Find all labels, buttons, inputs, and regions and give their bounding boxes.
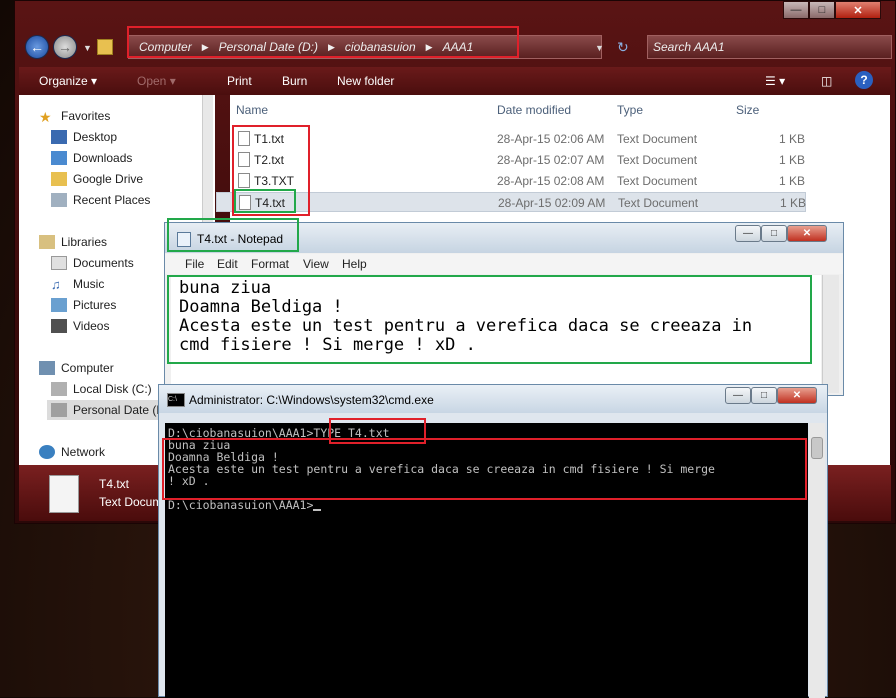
burn-button[interactable]: Burn xyxy=(282,74,307,88)
column-size[interactable]: Size xyxy=(736,103,759,117)
cmd-scroll-thumb[interactable] xyxy=(811,437,823,459)
column-name[interactable]: Name xyxy=(236,103,268,117)
text-file-large-icon xyxy=(49,475,79,513)
refresh-icon[interactable]: ↻ xyxy=(617,39,629,56)
menu-view[interactable]: View xyxy=(303,257,329,271)
notepad-scrollbar[interactable] xyxy=(822,275,839,393)
new-folder-button[interactable]: New folder xyxy=(337,74,394,88)
cmd-scrollbar[interactable] xyxy=(809,423,825,698)
view-options-icon[interactable]: ☰ ▾ xyxy=(765,74,785,88)
organize-button[interactable]: Organize ▾ xyxy=(39,74,97,88)
menu-file[interactable]: File xyxy=(185,257,204,271)
recent-places-icon xyxy=(51,193,67,207)
minimize-button[interactable]: — xyxy=(783,1,809,19)
cmd-minimize-button[interactable]: — xyxy=(725,387,751,404)
back-arrow-icon[interactable]: ← xyxy=(25,35,49,59)
nav-desktop[interactable]: Desktop xyxy=(51,127,117,147)
cmd-maximize-button[interactable]: □ xyxy=(751,387,777,404)
annotation-box-t4 xyxy=(234,189,296,213)
nav-favorites[interactable]: ★ Favorites xyxy=(39,106,110,126)
cmd-cursor xyxy=(313,508,322,511)
forward-arrow-icon[interactable]: → xyxy=(53,35,77,59)
notepad-close-button[interactable]: ✕ xyxy=(787,225,827,242)
videos-icon xyxy=(51,319,67,333)
cmd-prompt-line: D:\ciobanasuion\AAA1> xyxy=(168,498,322,512)
menu-format[interactable]: Format xyxy=(251,257,289,271)
google-drive-icon xyxy=(51,172,67,186)
help-icon[interactable]: ? xyxy=(855,71,873,89)
recent-pages-chevron-icon[interactable]: ▼ xyxy=(83,43,92,53)
nav-downloads[interactable]: Downloads xyxy=(51,148,132,168)
cmd-prompt: D:\ciobanasuion\AAA1> xyxy=(168,498,314,512)
notepad-menubar: File Edit Format View Help xyxy=(165,254,843,274)
search-placeholder: Search AAA1 xyxy=(653,40,725,54)
details-filename: T4.txt xyxy=(99,477,130,491)
annotation-box-notepad-text xyxy=(167,275,812,364)
downloads-icon xyxy=(51,151,67,165)
cmd-icon: C:\ xyxy=(167,393,185,407)
star-icon: ★ xyxy=(39,109,52,125)
close-button[interactable]: ✕ xyxy=(835,1,881,19)
drive-icon xyxy=(51,382,67,396)
documents-icon xyxy=(51,256,67,270)
print-button[interactable]: Print xyxy=(227,74,252,88)
search-input[interactable]: Search AAA1 xyxy=(647,35,892,59)
nav-computer[interactable]: Computer xyxy=(39,358,114,378)
annotation-box-address xyxy=(127,26,519,58)
drive-icon xyxy=(51,403,67,417)
nav-recent-places[interactable]: Recent Places xyxy=(51,190,150,210)
nav-music[interactable]: ♫ Music xyxy=(51,274,104,294)
folder-icon xyxy=(97,39,113,55)
annotation-box-notepad-title xyxy=(167,218,299,252)
open-button[interactable]: Open ▾ xyxy=(137,74,176,88)
nav-documents[interactable]: Documents xyxy=(51,253,134,273)
column-date-modified[interactable]: Date modified xyxy=(497,103,571,117)
cmd-titlebar: C:\ Administrator: C:\Windows\system32\c… xyxy=(159,385,827,413)
address-dropdown-icon[interactable]: ▼ xyxy=(595,43,604,53)
libraries-icon xyxy=(39,235,55,249)
music-icon: ♫ xyxy=(51,277,61,292)
notepad-maximize-button[interactable]: □ xyxy=(761,225,787,242)
maximize-button[interactable]: □ xyxy=(809,1,835,19)
menu-edit[interactable]: Edit xyxy=(217,257,238,271)
pictures-icon xyxy=(51,298,67,312)
cmd-title: Administrator: C:\Windows\system32\cmd.e… xyxy=(189,393,434,407)
nav-google-drive[interactable]: Google Drive xyxy=(51,169,143,189)
column-type[interactable]: Type xyxy=(617,103,643,117)
menu-help[interactable]: Help xyxy=(342,257,367,271)
cmd-window: C:\ Administrator: C:\Windows\system32\c… xyxy=(158,384,828,698)
nav-local-disk[interactable]: Local Disk (C:) xyxy=(51,379,152,399)
annotation-box-cmd-output xyxy=(162,438,807,500)
command-bar: Organize ▾ Open ▾ Print Burn New folder … xyxy=(19,67,891,95)
nav-pictures[interactable]: Pictures xyxy=(51,295,116,315)
notepad-minimize-button[interactable]: — xyxy=(735,225,761,242)
preview-pane-icon[interactable]: ◫ xyxy=(821,74,832,88)
computer-icon xyxy=(39,361,55,375)
network-icon xyxy=(39,445,55,459)
desktop-icon xyxy=(51,130,67,144)
nav-network[interactable]: Network xyxy=(39,442,105,462)
nav-libraries[interactable]: Libraries xyxy=(39,232,107,252)
cmd-close-button[interactable]: ✕ xyxy=(777,387,817,404)
nav-videos[interactable]: Videos xyxy=(51,316,109,336)
